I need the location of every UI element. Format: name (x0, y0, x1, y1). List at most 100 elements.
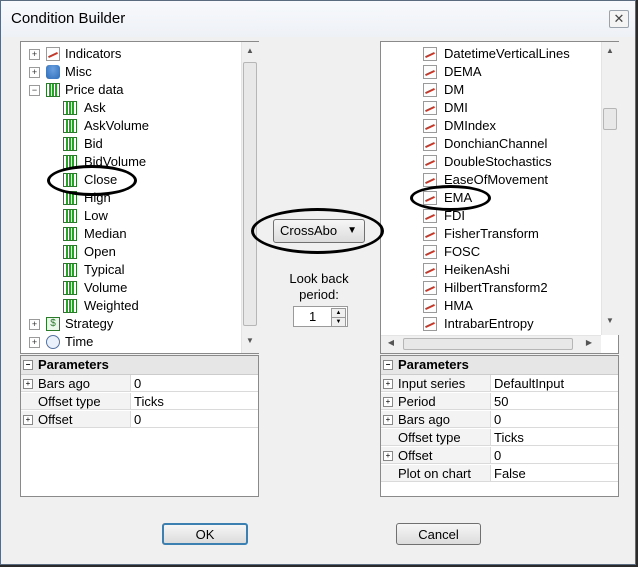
tree-item[interactable]: HeikenAshi (381, 261, 600, 279)
tree-item[interactable]: Volume (21, 279, 240, 297)
close-icon[interactable]: ✕ (609, 10, 629, 28)
expand-icon[interactable]: + (29, 337, 40, 348)
tree-item[interactable]: Median (21, 225, 240, 243)
param-name-label: Bars ago (38, 376, 91, 391)
tree-item[interactable]: High (21, 189, 240, 207)
tree-item[interactable]: HMA (381, 297, 600, 315)
indicator-chart-icon (423, 47, 437, 61)
collapse-icon[interactable]: − (29, 85, 40, 96)
param-row[interactable]: + Input series DefaultInput (381, 375, 618, 393)
param-name: + Bars ago (21, 375, 131, 392)
bar-chart-icon (63, 227, 77, 241)
scroll-left-icon[interactable]: ◀ (385, 338, 397, 350)
tree-item[interactable]: FOSC (381, 243, 600, 261)
tree-item[interactable]: Bid (21, 135, 240, 153)
right-tree-scrollbar[interactable]: ▲ ▼ (601, 42, 619, 335)
param-row[interactable]: + Offset 0 (381, 447, 618, 465)
right-tree-hscrollbar[interactable]: ◀ ▶ (381, 335, 601, 353)
tree-item[interactable]: DatetimeVerticalLines (381, 45, 600, 63)
param-value[interactable]: 0 (131, 375, 258, 392)
bar-chart-icon (46, 83, 60, 97)
expand-icon[interactable]: + (383, 451, 393, 461)
cancel-button[interactable]: Cancel (396, 523, 481, 545)
condition-dropdown[interactable]: CrossAbo ▼ (273, 219, 365, 243)
expand-icon[interactable]: + (383, 397, 393, 407)
param-row[interactable]: Plot on chart False (381, 465, 618, 483)
left-tree: + Indicators + Misc − Price data Ask AskVolume B… (21, 42, 240, 353)
tree-item[interactable]: DonchianChannel (381, 135, 600, 153)
expand-icon[interactable]: + (29, 49, 40, 60)
bar-chart-icon (63, 137, 77, 151)
tree-item-label: Low (84, 208, 108, 223)
param-row[interactable]: + Offset 0 (21, 411, 258, 429)
param-value[interactable]: False (491, 465, 618, 482)
scroll-down-icon[interactable]: ▼ (604, 316, 616, 328)
scroll-right-icon[interactable]: ▶ (583, 338, 595, 350)
collapse-icon[interactable]: − (23, 360, 33, 370)
tree-item[interactable]: BidVolume (21, 153, 240, 171)
tree-item[interactable]: DoubleStochastics (381, 153, 600, 171)
tree-item[interactable]: + Misc (21, 63, 240, 81)
param-value[interactable]: 0 (491, 411, 618, 428)
tree-item[interactable]: DMI (381, 99, 600, 117)
scroll-down-icon[interactable]: ▼ (244, 336, 256, 348)
tree-item[interactable]: DM (381, 81, 600, 99)
stepper-down-icon[interactable]: ▼ (331, 317, 346, 327)
expand-icon[interactable]: + (23, 379, 33, 389)
tree-item[interactable]: Ask (21, 99, 240, 117)
tree-item[interactable]: AskVolume (21, 117, 240, 135)
expand-icon[interactable]: + (29, 67, 40, 78)
tree-item[interactable]: IntrabarEntropy (381, 315, 600, 332)
tree-item[interactable]: FDI (381, 207, 600, 225)
tree-item[interactable]: FisherTransform (381, 225, 600, 243)
param-row[interactable]: Offset type Ticks (381, 429, 618, 447)
scroll-up-icon[interactable]: ▲ (244, 46, 256, 58)
param-name-label: Plot on chart (398, 466, 471, 481)
tree-item-label: HilbertTransform2 (444, 280, 548, 295)
tree-item[interactable]: Typical (21, 261, 240, 279)
tree-item[interactable]: EaseOfMovement (381, 171, 600, 189)
param-value[interactable]: 0 (491, 447, 618, 464)
scroll-up-icon[interactable]: ▲ (604, 46, 616, 58)
param-row[interactable]: Offset type Ticks (21, 393, 258, 411)
expand-icon[interactable]: + (383, 379, 393, 389)
indicator-chart-icon (423, 83, 437, 97)
left-tree-scrollbar[interactable]: ▲ ▼ (241, 42, 259, 353)
param-value[interactable]: 0 (131, 411, 258, 428)
param-value[interactable]: Ticks (131, 393, 258, 410)
lookback-value[interactable]: 1 (309, 309, 316, 324)
scroll-thumb[interactable] (603, 108, 617, 130)
tree-item[interactable]: − Price data (21, 81, 240, 99)
param-row[interactable]: + Bars ago 0 (21, 375, 258, 393)
scroll-thumb[interactable] (243, 62, 257, 326)
hscroll-thumb[interactable] (403, 338, 573, 350)
param-row[interactable]: + Bars ago 0 (381, 411, 618, 429)
param-value[interactable]: DefaultInput (491, 375, 618, 392)
ok-button[interactable]: OK (162, 523, 248, 545)
tree-item[interactable]: EMA (381, 189, 600, 207)
lookback-stepper[interactable]: 1 ▲ ▼ (293, 306, 348, 327)
tree-item[interactable]: + $ Strategy (21, 315, 240, 333)
collapse-icon[interactable]: − (383, 360, 393, 370)
param-row[interactable]: + Period 50 (381, 393, 618, 411)
tree-item[interactable]: DEMA (381, 63, 600, 81)
expand-icon[interactable]: + (23, 415, 33, 425)
bar-chart-icon (63, 155, 77, 169)
tree-item[interactable]: Open (21, 243, 240, 261)
expand-icon[interactable]: + (383, 415, 393, 425)
tree-item[interactable]: Weighted (21, 297, 240, 315)
param-value[interactable]: Ticks (491, 429, 618, 446)
indicator-chart-icon (423, 101, 437, 115)
tree-item-label: Weighted (84, 298, 139, 313)
param-value[interactable]: 50 (491, 393, 618, 410)
tree-item[interactable]: Low (21, 207, 240, 225)
tree-item[interactable]: Close (21, 171, 240, 189)
window-title: Condition Builder (11, 10, 126, 27)
expand-icon[interactable]: + (29, 319, 40, 330)
condition-builder-window: Condition Builder ✕ + Indicators + Misc − Pri… (0, 0, 636, 565)
tree-item[interactable]: DMIndex (381, 117, 600, 135)
tree-item[interactable]: + Time (21, 333, 240, 351)
tree-item[interactable]: + Indicators (21, 45, 240, 63)
tree-item[interactable]: HilbertTransform2 (381, 279, 600, 297)
tree-item-label: Indicators (65, 46, 122, 61)
